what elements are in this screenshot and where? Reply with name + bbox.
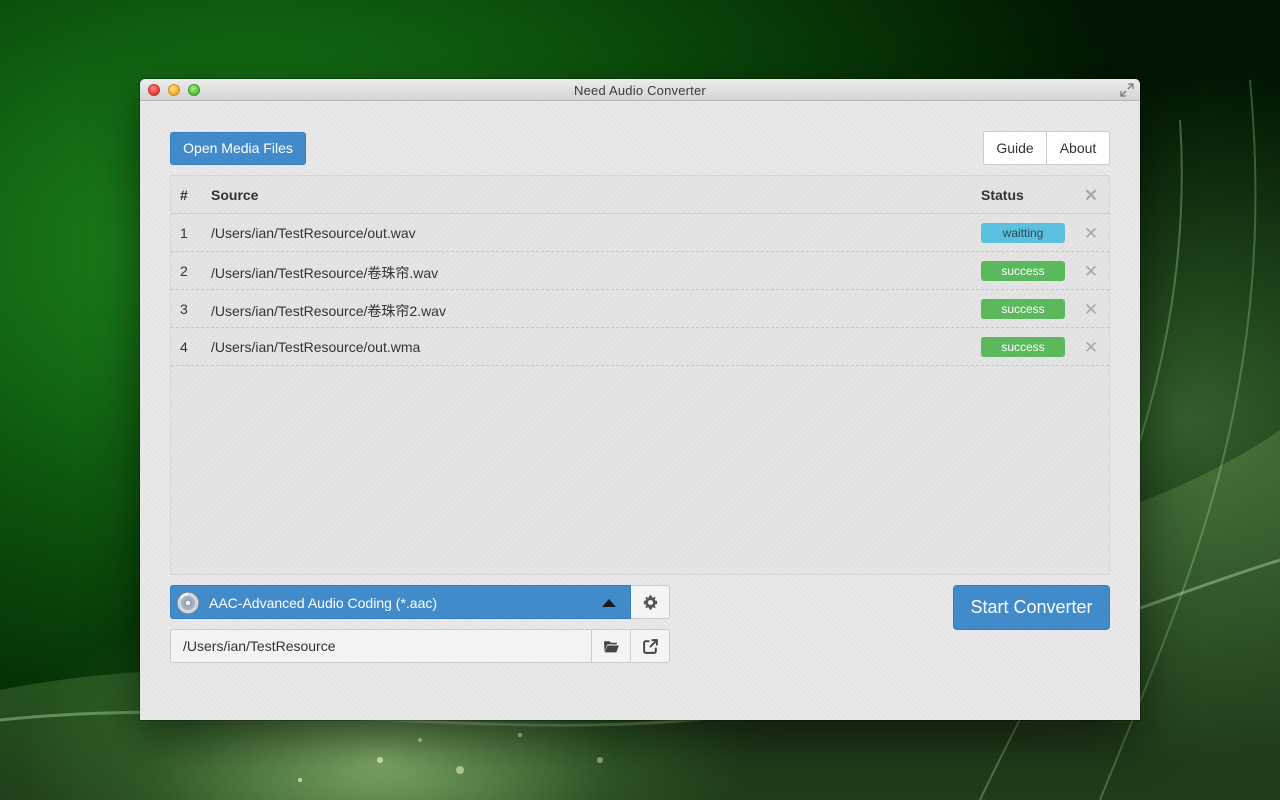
- table-header: # Source Status ✕: [171, 176, 1109, 214]
- remove-row-icon[interactable]: ✕: [1083, 225, 1099, 242]
- format-settings-button[interactable]: [631, 585, 670, 619]
- title-bar: Need Audio Converter: [140, 79, 1140, 101]
- column-source-header: Source: [211, 187, 259, 203]
- clear-all-icon[interactable]: ✕: [1083, 187, 1099, 204]
- row-number: 2: [180, 263, 188, 279]
- status-badge: waitting: [981, 223, 1065, 243]
- about-button[interactable]: About: [1047, 131, 1110, 165]
- audio-cd-icon: [176, 591, 200, 615]
- table-row[interactable]: 4 /Users/ian/TestResource/out.wma succes…: [171, 328, 1109, 366]
- row-number: 1: [180, 225, 188, 241]
- row-source-path: /Users/ian/TestResource/卷珠帘.wav: [211, 265, 439, 281]
- folder-open-icon: [604, 641, 619, 653]
- output-folder-input[interactable]: [170, 629, 592, 663]
- row-source-path: /Users/ian/TestResource/卷珠帘2.wav: [211, 303, 446, 319]
- row-source-path: /Users/ian/TestResource/out.wav: [211, 225, 416, 241]
- choose-folder-button[interactable]: [592, 629, 631, 663]
- open-folder-button[interactable]: [631, 629, 670, 663]
- column-number-header: #: [180, 187, 188, 203]
- external-link-icon: [643, 639, 658, 654]
- table-row[interactable]: 3 /Users/ian/TestResource/卷珠帘2.wav succe…: [171, 290, 1109, 328]
- caret-up-icon: [602, 599, 616, 607]
- start-converter-button[interactable]: Start Converter: [953, 585, 1110, 630]
- table-row[interactable]: 1 /Users/ian/TestResource/out.wav waitti…: [171, 214, 1109, 252]
- open-media-files-button[interactable]: Open Media Files: [170, 132, 306, 165]
- row-number: 4: [180, 339, 188, 355]
- status-badge: success: [981, 261, 1065, 281]
- file-table: # Source Status ✕ 1 /Users/ian/TestResou…: [170, 175, 1110, 575]
- column-status-header: Status: [981, 187, 1024, 203]
- remove-row-icon[interactable]: ✕: [1083, 301, 1099, 318]
- table-row[interactable]: 2 /Users/ian/TestResource/卷珠帘.wav succes…: [171, 252, 1109, 290]
- fullscreen-icon[interactable]: [1120, 83, 1134, 97]
- row-number: 3: [180, 301, 188, 317]
- status-badge: success: [981, 337, 1065, 357]
- output-format-select[interactable]: AAC-Advanced Audio Coding (*.aac): [170, 585, 631, 619]
- app-window: Need Audio Converter Open Media Files Gu…: [140, 79, 1140, 720]
- help-button-group: Guide About: [983, 131, 1110, 165]
- status-badge: success: [981, 299, 1065, 319]
- row-source-path: /Users/ian/TestResource/out.wma: [211, 339, 421, 355]
- remove-row-icon[interactable]: ✕: [1083, 263, 1099, 280]
- window-title: Need Audio Converter: [574, 83, 706, 98]
- remove-row-icon[interactable]: ✕: [1083, 339, 1099, 356]
- guide-button[interactable]: Guide: [983, 131, 1047, 165]
- selected-format-label: AAC-Advanced Audio Coding (*.aac): [209, 595, 438, 611]
- gear-icon: [643, 595, 658, 610]
